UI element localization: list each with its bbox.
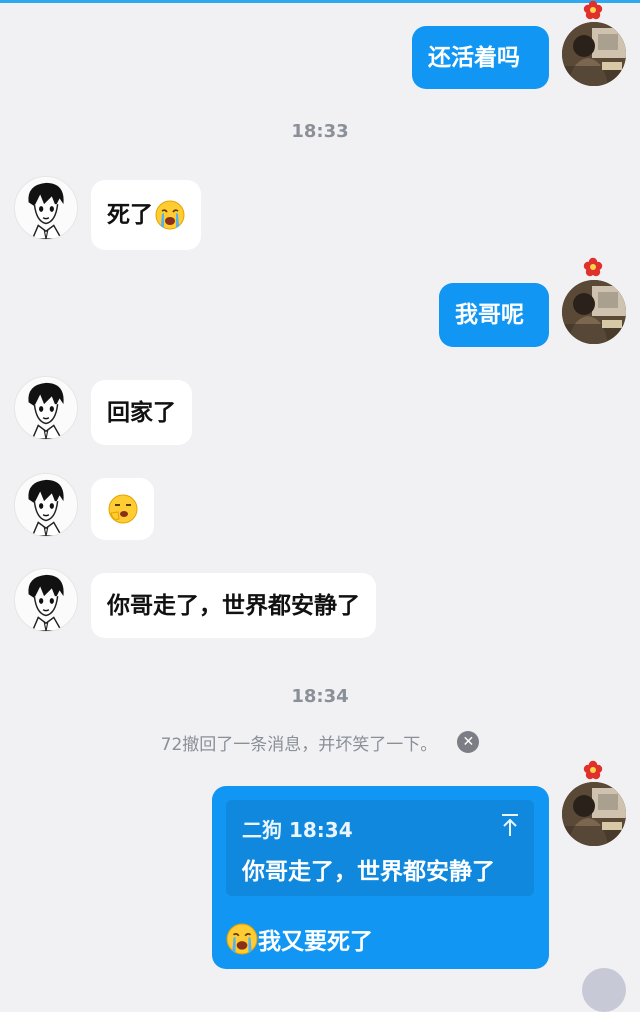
timestamp: 18:33 [291, 121, 349, 142]
message-bubble-incoming[interactable] [91, 478, 154, 540]
quoted-message[interactable]: 二狗 18:34 你哥走了，世界都安静了 [226, 800, 534, 896]
timestamp: 18:34 [291, 686, 349, 707]
message-text: 还活着吗 [428, 44, 520, 71]
quoted-meta: 二狗 18:34 [242, 814, 353, 843]
reply-content: 我又要死了 [226, 922, 373, 956]
contact-avatar[interactable] [14, 473, 78, 537]
message-text: 我又要死了 [258, 929, 373, 955]
message-text: 我哥呢 [455, 302, 524, 328]
message-bubble-outgoing[interactable]: 我哥呢 [439, 283, 549, 347]
contact-avatar[interactable] [14, 568, 78, 632]
message-bubble-incoming[interactable]: 你哥走了，世界都安静了 [91, 573, 376, 638]
message-text: 回家了 [107, 399, 176, 426]
jump-to-message-icon[interactable] [498, 812, 522, 838]
quoted-author: 二狗 [242, 818, 282, 842]
contact-avatar[interactable] [14, 176, 78, 240]
message-bubble-incoming[interactable]: 回家了 [91, 380, 192, 445]
my-avatar[interactable] [562, 280, 626, 344]
message-text: 你哥走了，世界都安静了 [107, 592, 360, 619]
reply-message-bubble[interactable]: 二狗 18:34 你哥走了，世界都安静了 我又要死了 [212, 786, 549, 969]
loudly-crying-face-icon [226, 923, 258, 955]
red-flower-icon [583, 257, 603, 277]
message-bubble-outgoing[interactable]: 还活着吗 [412, 26, 549, 89]
close-circle-icon[interactable]: ✕ [457, 731, 480, 753]
contact-avatar[interactable] [14, 376, 78, 440]
message-text: 死了 [107, 202, 153, 228]
red-flower-icon [583, 0, 603, 20]
red-flower-icon [583, 760, 603, 780]
quoted-text: 你哥走了，世界都安静了 [242, 859, 495, 885]
my-avatar[interactable] [562, 22, 626, 86]
scroll-to-bottom-button[interactable] [582, 968, 626, 1012]
quoted-time: 18:34 [288, 818, 353, 842]
message-bubble-incoming[interactable]: 死了 [91, 180, 201, 250]
yawning-face-sticker-icon [108, 494, 137, 524]
top-accent-bar [0, 0, 640, 3]
loudly-crying-face-icon [155, 200, 185, 230]
recall-notice: 72撤回了一条消息，并坏笑了一下。 ✕ [0, 730, 640, 755]
recall-text: 72撤回了一条消息，并坏笑了一下。 [160, 734, 438, 755]
my-avatar[interactable] [562, 782, 626, 846]
